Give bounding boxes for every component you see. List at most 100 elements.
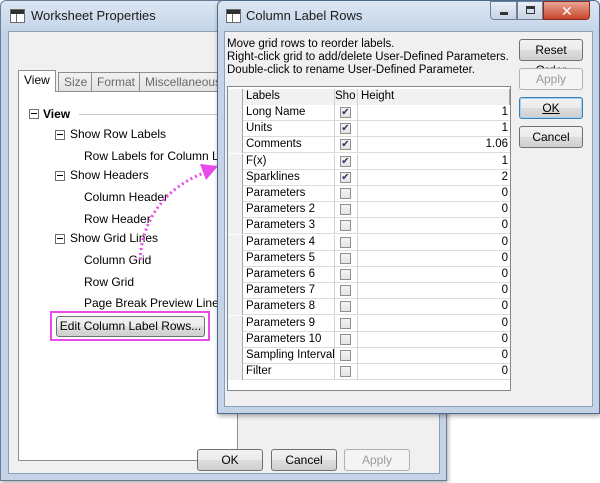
row-height-cell[interactable]: 0 [358, 364, 510, 380]
row-selector[interactable] [228, 202, 243, 219]
row-label-cell[interactable]: Units [243, 121, 335, 138]
table-row[interactable]: Units ✔ 1 [228, 121, 510, 138]
show-checkbox[interactable]: ✔ [340, 139, 351, 151]
ok-button[interactable]: OK [197, 449, 263, 471]
table-row[interactable]: Long Name ✔ 1 [228, 105, 510, 121]
show-checkbox[interactable] [340, 285, 351, 297]
ok-button[interactable]: OK [519, 97, 583, 119]
row-label-cell[interactable]: Filter [243, 364, 335, 381]
row-label-cell[interactable]: Parameters 4 [243, 234, 335, 251]
row-height-cell[interactable]: 0 [358, 267, 510, 283]
table-row[interactable]: Parameters 7 0 [228, 283, 510, 300]
tree-item-show-row-labels[interactable]: Show Row Labels [70, 127, 166, 141]
row-label-cell[interactable]: Sampling Interval [243, 348, 335, 364]
tab-format[interactable]: Format [91, 72, 142, 91]
table-row[interactable]: Parameters 6 0 [228, 267, 510, 283]
collapse-icon[interactable] [29, 109, 39, 119]
edit-column-label-rows-button[interactable]: Edit Column Label Rows... [56, 316, 205, 337]
column-header-show[interactable]: Sho [335, 89, 358, 105]
table-row[interactable]: Sampling Interval 0 [228, 348, 510, 364]
row-selector[interactable] [228, 299, 243, 316]
label-rows-grid[interactable]: Labels Sho Height Long Name ✔ 1 Units ✔ 1 Comm… [227, 86, 511, 391]
table-row[interactable]: Sparklines ✔ 2 [228, 169, 510, 186]
table-row[interactable]: F(x) ✔ 1 [228, 153, 510, 170]
table-row[interactable]: Parameters 3 0 [228, 218, 510, 235]
table-row[interactable]: Parameters 8 0 [228, 299, 510, 316]
table-row[interactable]: Filter 0 [228, 364, 510, 381]
collapse-icon[interactable] [55, 130, 65, 140]
table-row[interactable]: Parameters 0 [228, 186, 510, 202]
row-selector[interactable] [228, 283, 243, 300]
row-selector[interactable] [228, 121, 243, 138]
show-checkbox[interactable] [340, 236, 351, 248]
row-label-cell[interactable]: Parameters 3 [243, 218, 335, 235]
column-header-height[interactable]: Height [358, 89, 510, 105]
row-height-cell[interactable]: 0 [358, 218, 510, 234]
row-label-cell[interactable]: Parameters 10 [243, 331, 335, 348]
apply-button[interactable]: Apply [519, 68, 583, 90]
cancel-button[interactable]: Cancel [271, 449, 337, 471]
row-selector[interactable] [228, 364, 243, 381]
cancel-button[interactable]: Cancel [519, 126, 583, 148]
table-row[interactable]: Parameters 5 0 [228, 250, 510, 267]
row-label-cell[interactable]: Parameters 9 [243, 315, 335, 332]
row-height-cell[interactable]: 0 [358, 348, 510, 364]
show-checkbox[interactable] [340, 366, 351, 378]
show-checkbox[interactable]: ✔ [340, 123, 351, 135]
column-label-rows-titlebar[interactable]: Column Label Rows ✕ [218, 1, 599, 31]
tab-size[interactable]: Size [58, 72, 94, 91]
row-height-cell[interactable]: 0 [358, 332, 510, 348]
tab-miscellaneous[interactable]: Miscellaneous [139, 72, 229, 91]
row-height-cell[interactable]: 1.06 [358, 137, 510, 153]
row-selector[interactable] [228, 137, 243, 154]
row-selector[interactable] [228, 267, 243, 283]
table-row[interactable]: Parameters 9 0 [228, 315, 510, 332]
row-selector[interactable] [228, 105, 243, 121]
row-height-cell[interactable]: 2 [358, 170, 510, 186]
row-height-cell[interactable]: 0 [358, 299, 510, 315]
reset-order-button[interactable]: Reset Order [519, 39, 583, 77]
row-label-cell[interactable]: Parameters 5 [243, 250, 335, 267]
tab-view[interactable]: View [18, 70, 56, 92]
row-selector[interactable] [228, 169, 243, 186]
row-height-cell[interactable]: 0 [358, 202, 510, 218]
tree-root-view[interactable]: View [43, 107, 70, 121]
table-row[interactable]: Parameters 4 0 [228, 234, 510, 251]
show-checkbox[interactable] [340, 204, 351, 216]
row-height-cell[interactable]: 1 [358, 154, 510, 170]
row-height-cell[interactable]: 1 [358, 105, 510, 121]
row-selector[interactable] [228, 218, 243, 235]
row-selector[interactable] [228, 250, 243, 267]
row-height-cell[interactable]: 0 [358, 186, 510, 202]
row-selector[interactable] [228, 186, 243, 202]
show-checkbox[interactable] [340, 333, 351, 345]
show-checkbox[interactable] [340, 220, 351, 232]
row-selector[interactable] [228, 315, 243, 332]
row-label-cell[interactable]: Long Name [243, 105, 335, 121]
row-label-cell[interactable]: Parameters 7 [243, 283, 335, 300]
table-row[interactable]: Parameters 2 0 [228, 202, 510, 219]
row-label-cell[interactable]: Parameters 8 [243, 299, 335, 316]
collapse-icon[interactable] [55, 171, 65, 181]
row-label-cell[interactable]: Parameters 2 [243, 202, 335, 219]
show-checkbox[interactable] [340, 269, 351, 280]
row-selector[interactable] [228, 153, 243, 170]
show-checkbox[interactable] [340, 317, 351, 329]
row-height-cell[interactable]: 0 [358, 235, 510, 251]
close-button[interactable]: ✕ [543, 1, 590, 20]
tree-item-page-break-preview-lines[interactable]: Page Break Preview Lines [84, 296, 225, 310]
row-selector[interactable] [228, 234, 243, 251]
row-height-cell[interactable]: 0 [358, 251, 510, 267]
show-checkbox[interactable]: ✔ [340, 155, 351, 167]
table-row[interactable]: Parameters 10 0 [228, 331, 510, 348]
tree-item-row-grid[interactable]: Row Grid [84, 275, 134, 289]
maximize-button[interactable] [517, 1, 543, 20]
row-label-cell[interactable]: Parameters [243, 186, 335, 202]
collapse-icon[interactable] [55, 234, 65, 244]
row-height-cell[interactable]: 0 [358, 283, 510, 299]
row-label-cell[interactable]: Parameters 6 [243, 267, 335, 283]
apply-button[interactable]: Apply [344, 449, 410, 471]
row-selector[interactable] [228, 348, 243, 364]
table-row[interactable]: Comments ✔ 1.06 [228, 137, 510, 154]
show-checkbox[interactable] [340, 188, 351, 199]
